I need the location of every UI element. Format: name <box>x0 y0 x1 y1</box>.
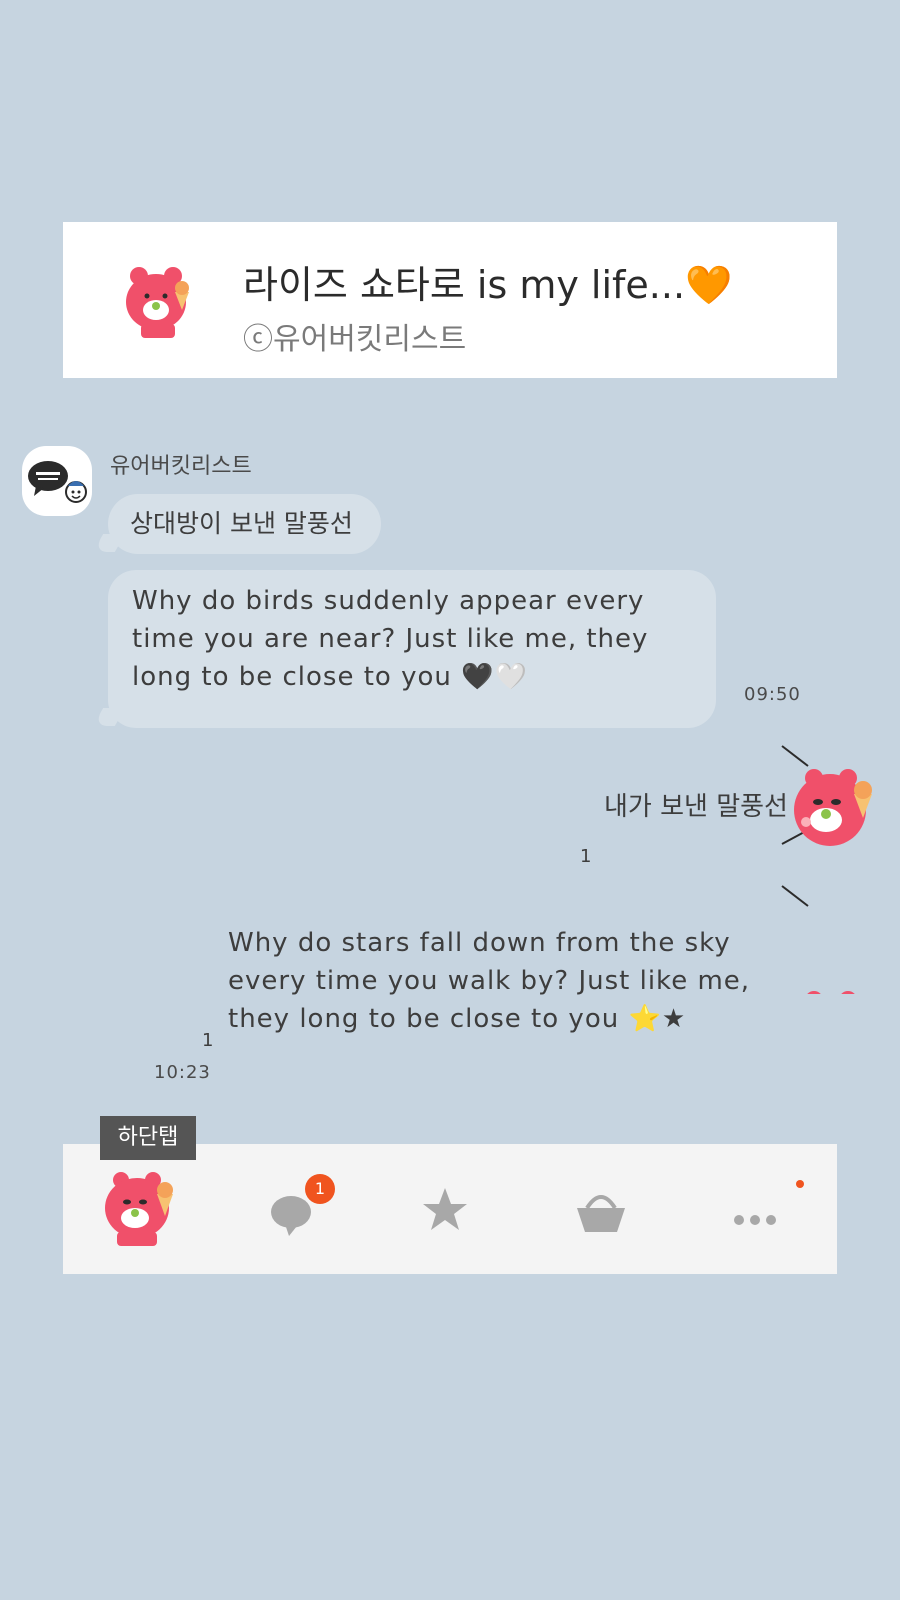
unread-count: 1 <box>202 1030 214 1051</box>
received-bubble[interactable]: 상대방이 보낸 말풍선 <box>108 494 381 554</box>
header-banner: 라이즈 쇼타로 is my life...🧡 ⓒ유어버킷리스트 <box>63 222 837 378</box>
banner-title: 라이즈 쇼타로 is my life...🧡 <box>243 263 733 307</box>
shopping-basket-icon <box>577 1195 625 1232</box>
mascot-bear-icon <box>123 262 203 342</box>
new-indicator-dot <box>796 1180 804 1188</box>
bottom-tab-bar: 1 <box>63 1144 837 1274</box>
tab-more[interactable] <box>713 1164 803 1254</box>
star-icon <box>423 1188 467 1230</box>
bottom-tab-label: 하단탭 <box>100 1116 196 1160</box>
banner-subtitle: ⓒ유어버킷리스트 <box>243 322 467 357</box>
mascot-profile-icon <box>105 1172 173 1246</box>
message-timestamp: 10:23 <box>154 1062 211 1083</box>
sent-message[interactable]: Why do stars fall down from the sky ever… <box>228 924 788 1038</box>
message-timestamp: 09:50 <box>744 684 801 705</box>
message-text: Why do birds suddenly appear every time … <box>132 586 649 692</box>
received-bubble[interactable]: Why do birds suddenly appear every time … <box>108 570 716 728</box>
message-text: 상대방이 보낸 말풍선 <box>130 509 353 538</box>
tab-chats[interactable]: 1 <box>251 1164 341 1254</box>
tab-favorites[interactable] <box>403 1164 493 1254</box>
unread-count: 1 <box>580 846 592 867</box>
sent-message[interactable]: 내가 보낸 말풍선 <box>604 786 788 823</box>
tab-shopping[interactable] <box>559 1164 649 1254</box>
more-dots-icon <box>734 1215 776 1225</box>
mascot-bear-icon <box>780 744 880 854</box>
tab-profile[interactable] <box>101 1164 191 1254</box>
friend-avatar[interactable] <box>22 446 92 516</box>
mascot-bear-icon <box>780 884 880 994</box>
friend-name: 유어버킷리스트 <box>110 454 252 479</box>
unread-badge: 1 <box>305 1174 335 1204</box>
